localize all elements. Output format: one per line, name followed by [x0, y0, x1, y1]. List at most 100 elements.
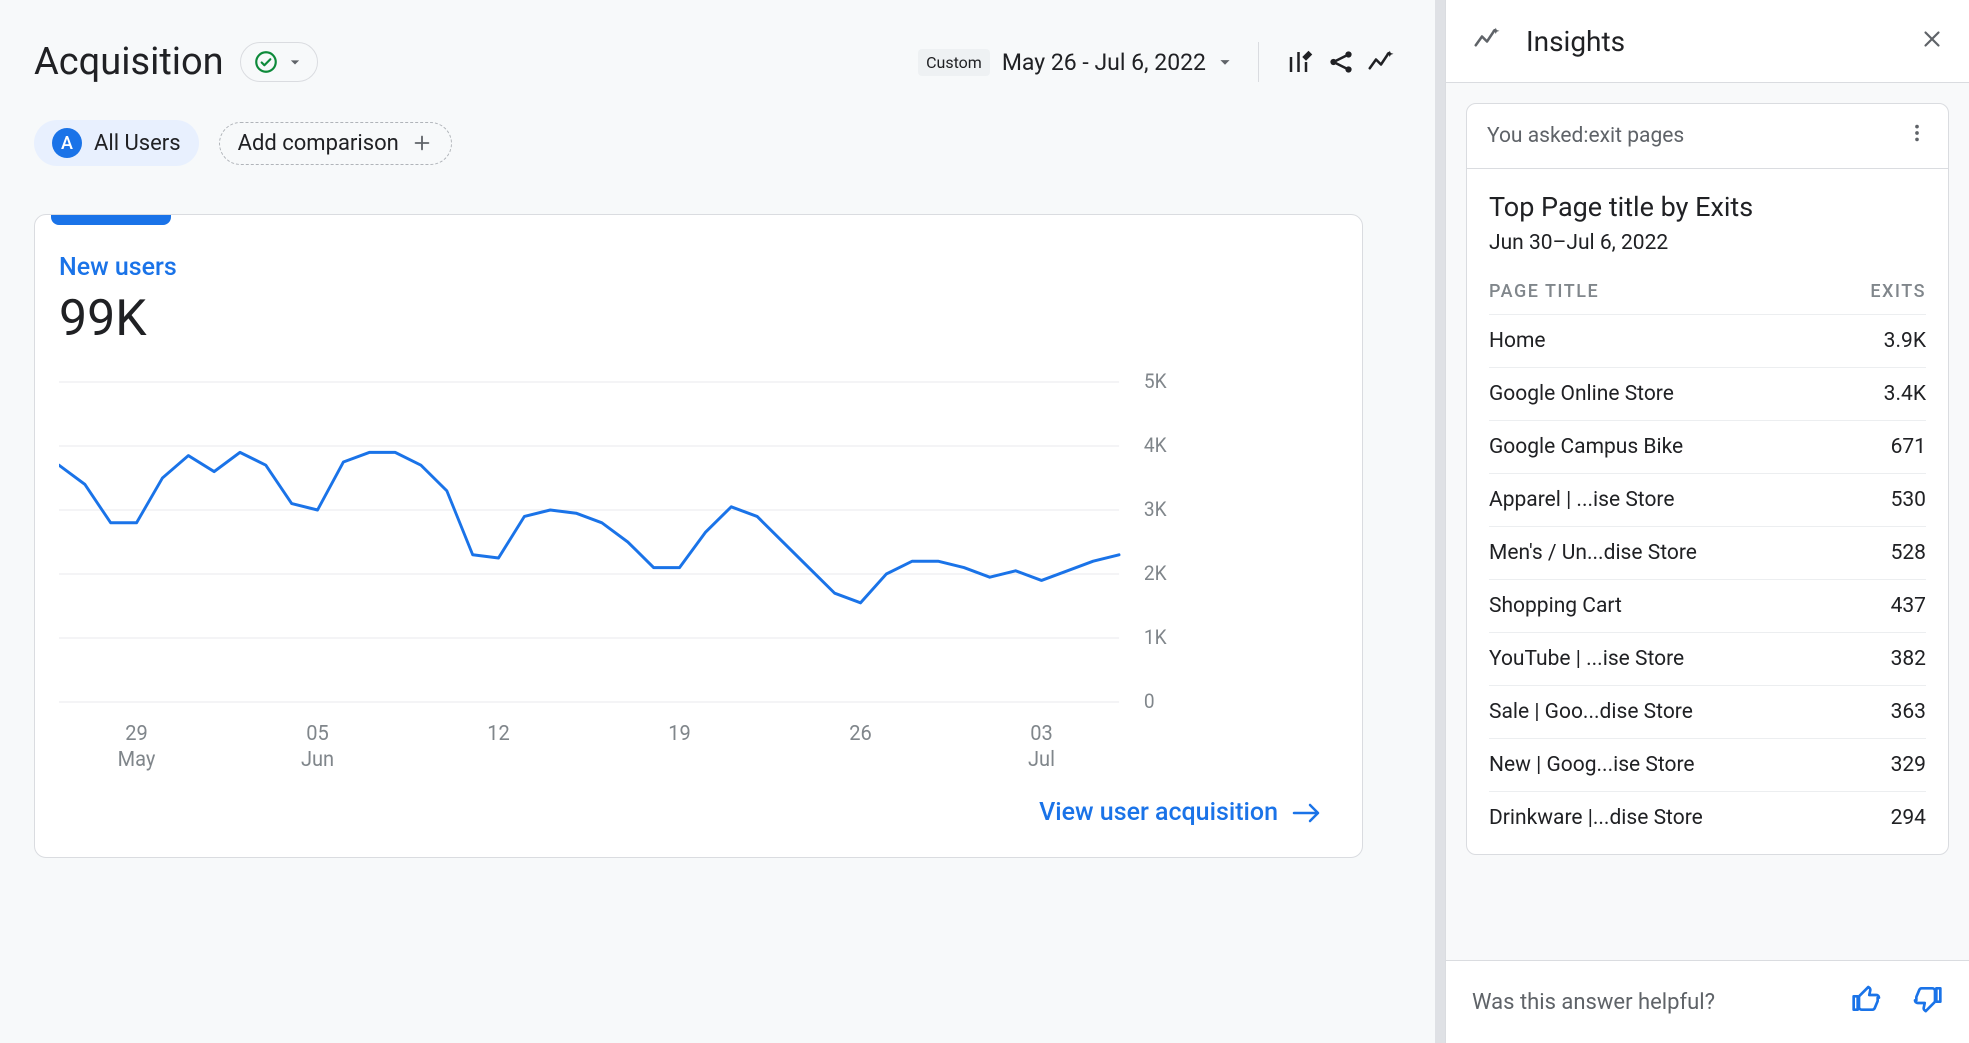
- table-row[interactable]: Shopping Cart437: [1489, 580, 1926, 633]
- metric-label[interactable]: New users: [59, 253, 1362, 282]
- chart-svg: 5K 4K 3K 2K 1K 0 29May 05Jun 12 19 26 03Jul: [59, 372, 1205, 772]
- date-range-type: Custom: [918, 49, 990, 76]
- cell-page-title: Google Campus Bike: [1489, 421, 1836, 474]
- segment-all-users[interactable]: A All Users: [34, 120, 199, 166]
- new-users-chart: 5K 4K 3K 2K 1K 0 29May 05Jun 12 19 26 03Jul: [35, 372, 1362, 772]
- insights-header: Insights: [1446, 0, 1969, 83]
- sparkle-trend-icon: [1366, 47, 1396, 77]
- insights-footer: Was this answer helpful?: [1446, 960, 1969, 1043]
- svg-text:3K: 3K: [1144, 498, 1167, 522]
- share-button[interactable]: [1321, 42, 1361, 82]
- cell-page-title: Apparel | ...ise Store: [1489, 474, 1836, 527]
- cell-page-title: Home: [1489, 315, 1836, 368]
- svg-text:1K: 1K: [1144, 626, 1167, 650]
- cell-exits: 437: [1836, 580, 1926, 633]
- close-icon: [1919, 26, 1945, 52]
- active-tab-indicator: [51, 215, 171, 225]
- cell-exits: 3.9K: [1836, 315, 1926, 368]
- cell-page-title: Drinkware |...dise Store: [1489, 792, 1836, 845]
- svg-text:0: 0: [1144, 690, 1155, 714]
- svg-text:5K: 5K: [1144, 372, 1167, 393]
- sparkle-trend-icon: [1472, 24, 1502, 58]
- svg-text:4K: 4K: [1144, 434, 1167, 458]
- svg-text:2K: 2K: [1144, 562, 1167, 586]
- date-range-text: May 26 - Jul 6, 2022: [1002, 49, 1206, 76]
- table-row[interactable]: New | Goog...ise Store329: [1489, 739, 1926, 792]
- report-status-dropdown[interactable]: [240, 42, 318, 82]
- asked-query: exit pages: [1588, 124, 1684, 148]
- table-row[interactable]: YouTube | ...ise Store382: [1489, 633, 1926, 686]
- view-user-acquisition-link[interactable]: View user acquisition: [1039, 798, 1322, 827]
- new-users-card: New users 99K 5K 4K 3K 2K 1K 0 29May 05Jun 12 19 2…: [34, 214, 1363, 858]
- more-vert-icon: [1906, 122, 1928, 144]
- svg-text:19: 19: [668, 722, 691, 747]
- caret-down-icon: [1214, 51, 1236, 73]
- insight-title: Top Page title by Exits: [1489, 191, 1926, 223]
- svg-text:Jun: Jun: [301, 748, 334, 772]
- page-title: Acquisition: [34, 40, 224, 84]
- cell-exits: 530: [1836, 474, 1926, 527]
- table-row[interactable]: Google Campus Bike671: [1489, 421, 1926, 474]
- close-insights-button[interactable]: [1919, 26, 1945, 56]
- insights-panel: Insights You asked: exit pages Top Page …: [1445, 0, 1969, 1043]
- main-content: Acquisition Custom May 26 - Jul 6, 2022: [0, 0, 1445, 1043]
- svg-text:05: 05: [306, 722, 329, 747]
- cell-exits: 671: [1836, 421, 1926, 474]
- insights-button[interactable]: [1361, 42, 1401, 82]
- insights-title: Insights: [1526, 25, 1625, 58]
- asked-prefix: You asked:: [1487, 124, 1588, 148]
- table-row[interactable]: Apparel | ...ise Store530: [1489, 474, 1926, 527]
- table-row[interactable]: Sale | Goo...dise Store363: [1489, 686, 1926, 739]
- add-comparison-button[interactable]: Add comparison: [219, 122, 452, 165]
- share-icon: [1326, 47, 1356, 77]
- insight-card: You asked: exit pages Top Page title by …: [1466, 103, 1949, 855]
- segment-label: All Users: [94, 131, 181, 156]
- cell-exits: 382: [1836, 633, 1926, 686]
- cell-exits: 363: [1836, 686, 1926, 739]
- svg-text:26: 26: [849, 722, 872, 747]
- caret-down-icon: [285, 52, 305, 72]
- feedback-question: Was this answer helpful?: [1472, 990, 1715, 1015]
- svg-text:12: 12: [487, 722, 510, 747]
- cell-page-title: Shopping Cart: [1489, 580, 1836, 633]
- exits-table: PAGE TITLE EXITS Home3.9KGoogle Online S…: [1489, 281, 1926, 844]
- plus-icon: [411, 132, 433, 154]
- thumbs-up-icon: [1851, 983, 1883, 1015]
- thumbs-down-button[interactable]: [1911, 983, 1943, 1021]
- chart-edit-icon: [1286, 47, 1316, 77]
- separator: [1258, 42, 1259, 82]
- add-comparison-label: Add comparison: [238, 131, 399, 156]
- date-range-picker[interactable]: May 26 - Jul 6, 2022: [1002, 49, 1236, 76]
- cell-page-title: Sale | Goo...dise Store: [1489, 686, 1836, 739]
- cell-exits: 294: [1836, 792, 1926, 845]
- cell-page-title: Google Online Store: [1489, 368, 1836, 421]
- col-exits: EXITS: [1836, 281, 1926, 315]
- svg-text:29: 29: [125, 722, 148, 747]
- cell-exits: 3.4K: [1836, 368, 1926, 421]
- svg-text:03: 03: [1030, 722, 1053, 747]
- metric-block: New users 99K: [35, 225, 1362, 348]
- thumbs-down-icon: [1911, 983, 1943, 1015]
- cell-page-title: New | Goog...ise Store: [1489, 739, 1836, 792]
- report-header: Acquisition Custom May 26 - Jul 6, 2022: [0, 0, 1435, 104]
- thumbs-up-button[interactable]: [1851, 983, 1883, 1021]
- customize-report-button[interactable]: [1281, 42, 1321, 82]
- segment-badge: A: [52, 128, 82, 158]
- insight-subtitle: Jun 30–Jul 6, 2022: [1489, 231, 1926, 255]
- link-label: View user acquisition: [1039, 798, 1278, 827]
- insight-more-button[interactable]: [1906, 122, 1928, 150]
- cell-page-title: YouTube | ...ise Store: [1489, 633, 1836, 686]
- svg-text:Jul: Jul: [1028, 748, 1055, 772]
- cell-page-title: Men's / Un...dise Store: [1489, 527, 1836, 580]
- insight-card-header: You asked: exit pages: [1467, 104, 1948, 169]
- segment-bar: A All Users Add comparison: [0, 104, 1435, 190]
- col-page-title: PAGE TITLE: [1489, 281, 1836, 315]
- metric-value: 99K: [59, 290, 1362, 348]
- table-row[interactable]: Drinkware |...dise Store294: [1489, 792, 1926, 845]
- table-row[interactable]: Google Online Store3.4K: [1489, 368, 1926, 421]
- table-row[interactable]: Home3.9K: [1489, 315, 1926, 368]
- check-circle-icon: [253, 49, 279, 75]
- cell-exits: 329: [1836, 739, 1926, 792]
- table-row[interactable]: Men's / Un...dise Store528: [1489, 527, 1926, 580]
- svg-text:May: May: [118, 748, 156, 772]
